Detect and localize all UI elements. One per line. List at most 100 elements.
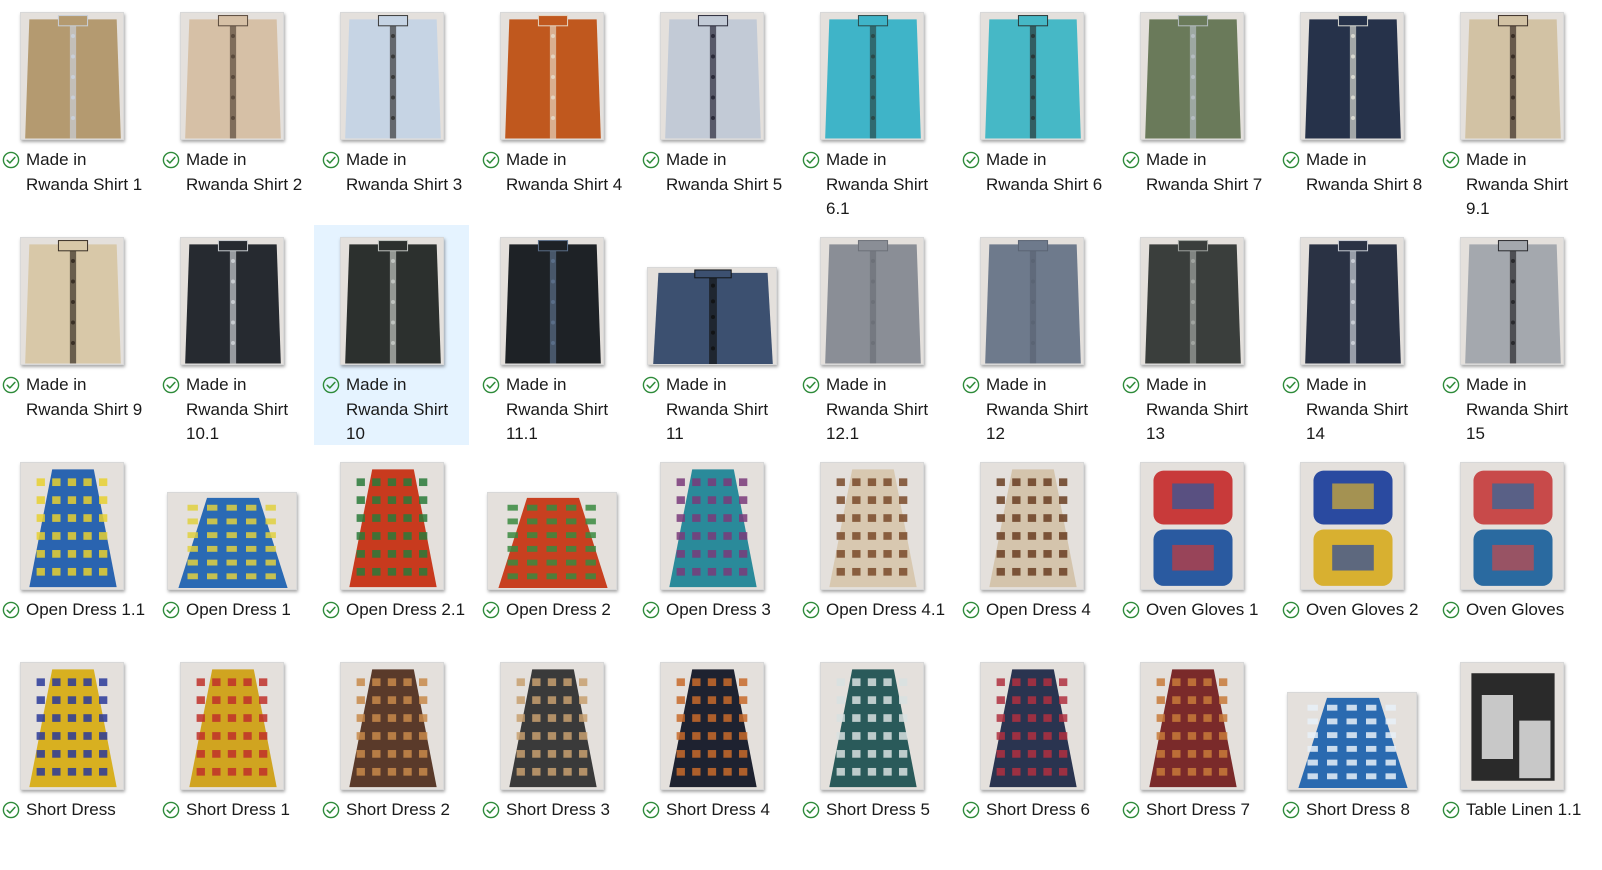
thumbnail-frame <box>0 658 149 790</box>
file-caption: Short Dress 5 <box>802 798 947 823</box>
file-item[interactable]: Table Linen 1.1 <box>1434 650 1589 870</box>
thumbnail-frame <box>1114 233 1269 365</box>
file-item[interactable]: Made in Rwanda Shirt 12.1 <box>794 225 949 445</box>
file-thumbnail <box>979 462 1084 590</box>
file-thumbnail <box>486 492 617 590</box>
file-name: Made in Rwanda Shirt 6.1 <box>826 150 929 218</box>
file-item[interactable]: Made in Rwanda Shirt 9 <box>0 225 149 445</box>
file-item[interactable]: Made in Rwanda Shirt 11.1 <box>474 225 629 445</box>
file-item[interactable]: Made in Rwanda Shirt 5 <box>634 0 789 220</box>
file-name: Open Dress 2 <box>506 600 611 619</box>
file-thumbnail <box>179 662 284 790</box>
thumbnail-frame <box>154 8 309 140</box>
file-caption: Made in Rwanda Shirt 12 <box>962 373 1107 447</box>
file-item[interactable]: Made in Rwanda Shirt 10.1 <box>154 225 309 445</box>
file-name: Open Dress 1.1 <box>26 600 146 619</box>
thumbnail-frame <box>314 233 469 365</box>
sync-ok-check-icon <box>1122 601 1140 619</box>
file-thumbnail <box>646 267 777 365</box>
file-item[interactable]: Made in Rwanda Shirt 4 <box>474 0 629 220</box>
file-thumbnail <box>19 237 124 365</box>
file-item[interactable]: Short Dress 5 <box>794 650 949 870</box>
file-name: Made in Rwanda Shirt 12 <box>986 375 1089 443</box>
file-name: Short Dress 2 <box>346 800 450 819</box>
file-item[interactable]: Open Dress 4.1 <box>794 450 949 670</box>
file-caption: Made in Rwanda Shirt 13 <box>1122 373 1267 447</box>
file-item[interactable]: Short Dress 7 <box>1114 650 1269 870</box>
file-item[interactable]: Made in Rwanda Shirt 3 <box>314 0 469 220</box>
sync-ok-check-icon <box>482 376 500 394</box>
file-item[interactable]: Short Dress 1 <box>154 650 309 870</box>
file-caption: Made in Rwanda Shirt 9.1 <box>1442 148 1587 222</box>
file-caption: Open Dress 1.1 <box>2 598 147 623</box>
sync-ok-check-icon <box>962 376 980 394</box>
thumbnail-frame <box>634 658 789 790</box>
file-name: Table Linen 1.1 <box>1466 800 1582 819</box>
file-item[interactable]: Made in Rwanda Shirt 6 <box>954 0 1109 220</box>
file-thumbnail <box>819 12 924 140</box>
file-item[interactable]: Made in Rwanda Shirt 8 <box>1274 0 1429 220</box>
file-caption: Open Dress 4.1 <box>802 598 947 623</box>
file-item[interactable]: Oven Gloves 1 <box>1114 450 1269 670</box>
file-item[interactable]: Open Dress 2 <box>474 450 629 670</box>
file-item[interactable]: Made in Rwanda Shirt 6.1 <box>794 0 949 220</box>
file-item[interactable]: Short Dress 2 <box>314 650 469 870</box>
thumbnail-frame <box>314 8 469 140</box>
file-name: Made in Rwanda Shirt 10.1 <box>186 375 289 443</box>
file-item[interactable]: Made in Rwanda Shirt 15 <box>1434 225 1589 445</box>
file-item[interactable]: Made in Rwanda Shirt 2 <box>154 0 309 220</box>
file-thumbnail <box>339 237 444 365</box>
sync-ok-check-icon <box>1122 376 1140 394</box>
file-item[interactable]: Open Dress 1.1 <box>0 450 149 670</box>
file-item[interactable]: Made in Rwanda Shirt 9.1 <box>1434 0 1589 220</box>
thumbnail-frame <box>634 233 789 365</box>
file-item[interactable]: Made in Rwanda Shirt 11 <box>634 225 789 445</box>
file-thumbnail <box>1459 12 1564 140</box>
thumbnail-frame <box>1274 458 1429 590</box>
file-item[interactable]: Made in Rwanda Shirt 1 <box>0 0 149 220</box>
file-item[interactable]: Made in Rwanda Shirt 7 <box>1114 0 1269 220</box>
file-item[interactable]: Oven Gloves 2 <box>1274 450 1429 670</box>
sync-ok-check-icon <box>642 376 660 394</box>
sync-ok-check-icon <box>482 151 500 169</box>
file-caption: Open Dress 3 <box>642 598 787 623</box>
thumbnail-frame <box>314 458 469 590</box>
file-name: Short Dress 8 <box>1306 800 1410 819</box>
sync-ok-check-icon <box>322 376 340 394</box>
file-item[interactable]: Open Dress 4 <box>954 450 1109 670</box>
file-name: Oven Gloves <box>1466 600 1565 619</box>
sync-ok-check-icon <box>1122 151 1140 169</box>
file-item[interactable]: Made in Rwanda Shirt 12 <box>954 225 1109 445</box>
file-item[interactable]: Short Dress 4 <box>634 650 789 870</box>
thumbnail-frame <box>954 233 1109 365</box>
file-item[interactable]: Open Dress 3 <box>634 450 789 670</box>
file-thumbnail <box>499 12 604 140</box>
sync-ok-check-icon <box>162 601 180 619</box>
file-item[interactable]: Made in Rwanda Shirt 10 <box>314 225 469 445</box>
thumbnail-frame <box>634 8 789 140</box>
thumbnail-frame <box>794 458 949 590</box>
file-item[interactable]: Short Dress 6 <box>954 650 1109 870</box>
file-item[interactable]: Made in Rwanda Shirt 13 <box>1114 225 1269 445</box>
file-thumbnail <box>339 662 444 790</box>
file-item[interactable]: Short Dress <box>0 650 149 870</box>
file-item[interactable]: Oven Gloves <box>1434 450 1589 670</box>
file-caption: Short Dress 2 <box>322 798 467 823</box>
thumbnail-frame <box>1114 458 1269 590</box>
file-item[interactable]: Open Dress 1 <box>154 450 309 670</box>
file-item[interactable]: Open Dress 2.1 <box>314 450 469 670</box>
file-thumbnail <box>19 12 124 140</box>
file-name: Made in Rwanda Shirt 12.1 <box>826 375 929 443</box>
file-caption: Made in Rwanda Shirt 4 <box>482 148 627 197</box>
sync-ok-check-icon <box>1282 601 1300 619</box>
file-item[interactable]: Made in Rwanda Shirt 14 <box>1274 225 1429 445</box>
file-caption: Made in Rwanda Shirt 15 <box>1442 373 1587 447</box>
sync-ok-check-icon <box>482 801 500 819</box>
file-caption: Oven Gloves 1 <box>1122 598 1267 623</box>
file-item[interactable]: Short Dress 3 <box>474 650 629 870</box>
thumbnail-frame <box>1434 658 1589 790</box>
sync-ok-check-icon <box>1282 801 1300 819</box>
file-thumbnail <box>659 12 764 140</box>
sync-ok-check-icon <box>962 601 980 619</box>
file-item[interactable]: Short Dress 8 <box>1274 650 1429 870</box>
